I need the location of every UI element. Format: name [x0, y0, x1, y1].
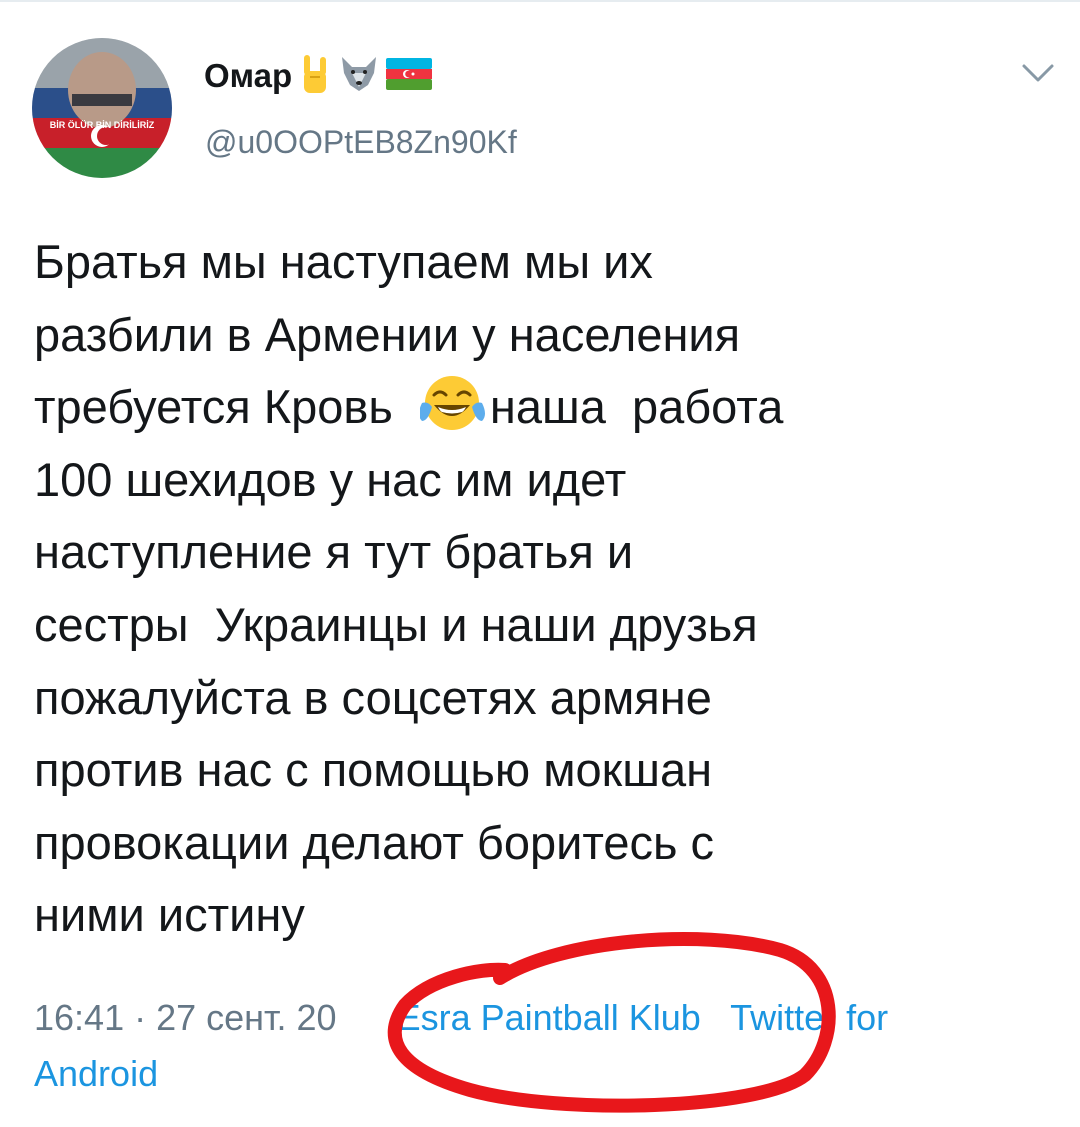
- tweet-line: Братья мы наступаем мы их: [34, 235, 653, 288]
- name-row: Омар: [204, 50, 433, 102]
- face-with-tears-of-joy-icon: [418, 373, 490, 433]
- tweet-meta: 16:41 · 27 сент. 20 Esra Paintball Klub …: [34, 990, 1044, 1102]
- tweet-text: Братья мы наступаем мы их разбили в Арме…: [34, 226, 1044, 952]
- location-link[interactable]: Esra Paintball Klub: [397, 997, 701, 1038]
- sign-of-horns-icon: [298, 53, 332, 100]
- tweet-line: 100 шехидов у нас им идет: [34, 452, 627, 506]
- tweet-line: наступление я тут братья и: [34, 525, 634, 579]
- tweet-line: провокации делают боритесь с: [34, 815, 715, 869]
- client-link-continued[interactable]: Android: [34, 1053, 158, 1094]
- client-link[interactable]: Twitter for: [730, 997, 888, 1038]
- avatar[interactable]: BİR ÖLÜR BİN DİRİLİRİZ: [32, 38, 172, 178]
- tweet-line: пожалуйста в соцсетях армяне: [34, 670, 712, 724]
- tweet-line-part: наша работа: [489, 380, 784, 434]
- wolf-face-icon: [338, 55, 380, 98]
- azerbaijan-flag-icon: [386, 57, 433, 95]
- tweet-line: против нас с помощью мокшан: [34, 743, 713, 797]
- tweet-line-with-emoji: требуется Кровь наша работа: [34, 371, 1044, 444]
- meta-line: Android: [34, 1046, 1044, 1102]
- tweet-line: разбили в Армении у населения: [34, 307, 741, 361]
- avatar-image: BİR ÖLÜR BİN DİRİLİRİZ: [32, 38, 172, 178]
- tweet-line: сестры Украинцы и наши друзья: [34, 597, 758, 651]
- tweet-line-part: требуется Кровь: [34, 380, 406, 434]
- display-name[interactable]: Омар: [204, 57, 292, 95]
- chevron-down-icon[interactable]: [1020, 60, 1056, 88]
- tweet-line: ними истину: [34, 888, 305, 942]
- timestamp[interactable]: 16:41 · 27 сент. 20: [34, 997, 337, 1038]
- user-handle[interactable]: @u0OOPtEB8Zn90Kf: [205, 124, 517, 161]
- meta-line: 16:41 · 27 сент. 20 Esra Paintball Klub …: [34, 990, 1044, 1046]
- avatar-caption: BİR ÖLÜR BİN DİRİLİRİZ: [50, 120, 155, 130]
- top-divider: [0, 0, 1080, 2]
